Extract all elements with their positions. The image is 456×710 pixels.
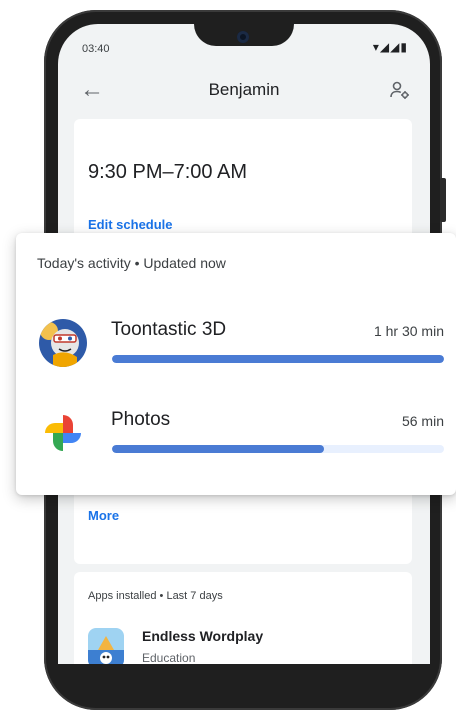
more-link[interactable]: More	[88, 508, 119, 523]
activity-header: Today's activity • Updated now	[37, 255, 226, 271]
usage-bar-fill	[112, 355, 444, 363]
schedule-time-range: 9:30 PM–7:00 AM	[88, 161, 247, 183]
todays-activity-card: Today's activity • Updated now Toontasti…	[16, 233, 456, 495]
edit-schedule-link[interactable]: Edit schedule	[88, 217, 173, 232]
apps-installed-header: Apps installed • Last 7 days	[88, 590, 223, 602]
status-time: 03:40	[82, 43, 110, 55]
installed-app-name: Endless Wordplay	[142, 628, 264, 644]
app-bar: ← Benjamin	[58, 70, 430, 114]
usage-bar-track	[112, 355, 444, 363]
apps-installed-card: Apps installed • Last 7 days Endless Wor…	[74, 572, 412, 664]
activity-app-row[interactable]: Toontastic 3D 1 hr 30 min	[16, 309, 456, 389]
photos-app-icon	[45, 415, 81, 451]
toontastic-app-icon	[39, 319, 87, 367]
usage-bar-fill	[112, 445, 325, 453]
activity-app-name: Photos	[111, 409, 171, 430]
phone-side-button	[440, 178, 446, 222]
usage-bar-track	[112, 445, 444, 453]
status-bar: 03:40 ▾◢◢▮	[58, 24, 430, 64]
profile-settings-icon[interactable]	[388, 78, 412, 102]
schedule-card: 9:30 PM–7:00 AM Edit schedule	[74, 119, 412, 251]
activity-app-time: 56 min	[401, 413, 444, 429]
endless-wordplay-app-icon	[88, 628, 124, 664]
activity-app-time: 1 hr 30 min	[373, 323, 444, 339]
page-title: Benjamin	[208, 80, 280, 99]
status-icons: ▾◢◢▮	[372, 40, 408, 54]
activity-app-row[interactable]: Photos 56 min	[16, 399, 456, 479]
installed-app-category: Education	[142, 651, 196, 664]
activity-app-name: Toontastic 3D	[111, 319, 227, 340]
